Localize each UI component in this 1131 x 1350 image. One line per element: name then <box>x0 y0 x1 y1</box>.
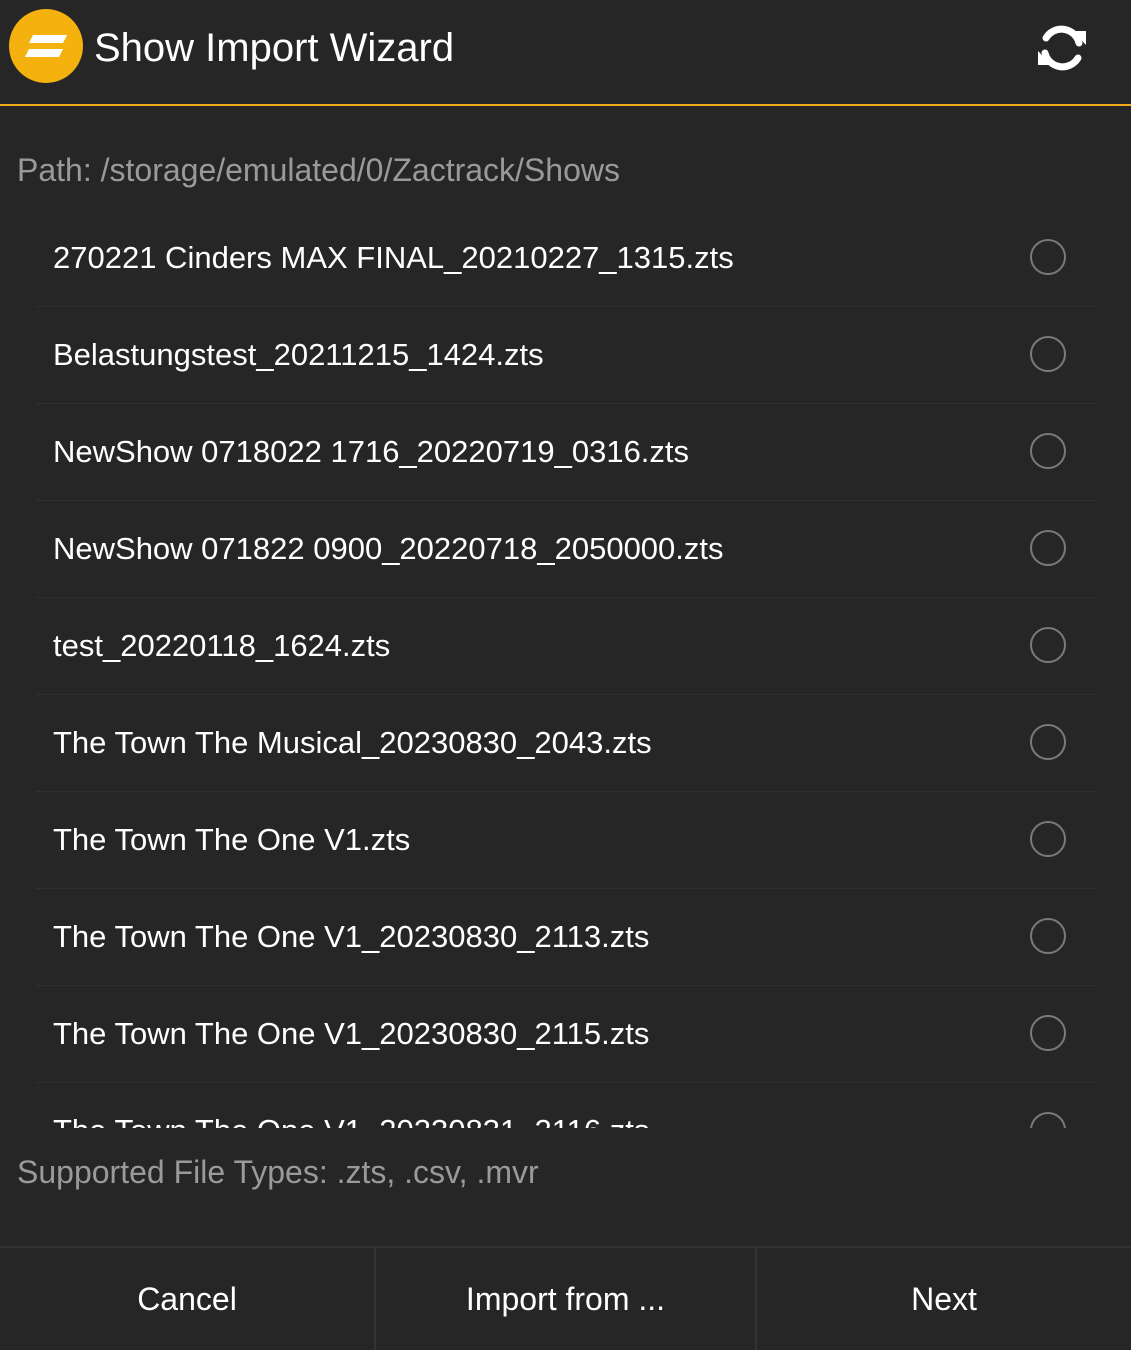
file-radio-button[interactable] <box>1030 1112 1066 1128</box>
file-radio-button[interactable] <box>1030 821 1066 857</box>
file-radio-button[interactable] <box>1030 336 1066 372</box>
import-from-button[interactable]: Import from ... <box>376 1248 755 1350</box>
file-row[interactable]: test_20220118_1624.zts <box>36 598 1096 695</box>
file-radio-button[interactable] <box>1030 433 1066 469</box>
file-radio-button[interactable] <box>1030 530 1066 566</box>
file-name: 270221 Cinders MAX FINAL_20210227_1315.z… <box>53 240 734 275</box>
file-list[interactable]: 270221 Cinders MAX FINAL_20210227_1315.z… <box>0 210 1131 1128</box>
file-row[interactable]: The Town The One V1_20230830_2115.zts <box>36 986 1096 1083</box>
file-name: test_20220118_1624.zts <box>53 628 391 663</box>
file-name: The Town The One V1_20230830_2113.zts <box>53 919 650 954</box>
show-import-wizard-dialog: Show Import Wizard Path: /storage/emulat… <box>0 0 1131 1350</box>
file-radio-button[interactable] <box>1030 1015 1066 1051</box>
file-row[interactable]: The Town The One V1_20230830_2113.zts <box>36 889 1096 986</box>
file-name: Belastungstest_20211215_1424.zts <box>53 337 544 372</box>
current-path-label: Path: /storage/emulated/0/Zactrack/Shows <box>17 152 620 188</box>
cancel-button[interactable]: Cancel <box>0 1248 374 1350</box>
dialog-header: Show Import Wizard <box>0 0 1131 106</box>
file-radio-button[interactable] <box>1030 627 1066 663</box>
dialog-button-bar: Cancel Import from ... Next <box>0 1246 1131 1350</box>
supported-file-types-label: Supported File Types: .zts, .csv, .mvr <box>17 1154 539 1190</box>
dialog-title: Show Import Wizard <box>94 26 455 70</box>
file-row[interactable]: The Town The Musical_20230830_2043.zts <box>36 695 1096 792</box>
file-name: The Town The One V1_20230831_2116.zts <box>53 1111 649 1128</box>
refresh-icon[interactable] <box>1034 20 1090 76</box>
file-radio-button[interactable] <box>1030 724 1066 760</box>
file-row[interactable]: The Town The One V1_20230831_2116.zts <box>36 1083 1096 1128</box>
file-row[interactable]: The Town The One V1.zts <box>36 792 1096 889</box>
file-row[interactable]: Belastungstest_20211215_1424.zts <box>36 307 1096 404</box>
file-name: The Town The One V1_20230830_2115.zts <box>53 1016 650 1051</box>
file-name: NewShow 071822 0900_20220718_2050000.zts <box>53 531 724 566</box>
file-radio-button[interactable] <box>1030 239 1066 275</box>
file-row[interactable]: NewShow 0718022 1716_20220719_0316.zts <box>36 404 1096 501</box>
zactrack-logo-icon <box>9 9 83 83</box>
file-radio-button[interactable] <box>1030 918 1066 954</box>
file-name: NewShow 0718022 1716_20220719_0316.zts <box>53 434 690 469</box>
file-name: The Town The One V1.zts <box>53 822 411 857</box>
file-row[interactable]: NewShow 071822 0900_20220718_2050000.zts <box>36 501 1096 598</box>
file-name: The Town The Musical_20230830_2043.zts <box>53 725 652 760</box>
file-row[interactable]: 270221 Cinders MAX FINAL_20210227_1315.z… <box>36 210 1096 307</box>
next-button[interactable]: Next <box>757 1248 1131 1350</box>
